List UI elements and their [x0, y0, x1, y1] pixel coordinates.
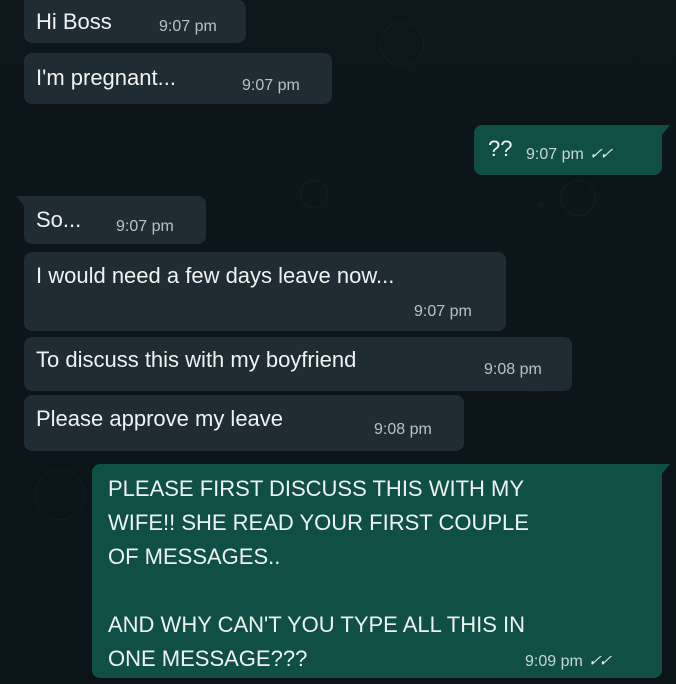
- outgoing-message-bubble[interactable]: ?? 9:07 pm ✓✓: [474, 125, 670, 175]
- double-check-icon: ✓✓: [587, 146, 614, 163]
- message-time: 9:07 pm: [159, 18, 217, 35]
- wallpaper-doodle: [300, 180, 328, 208]
- bubble-tail: [660, 125, 670, 137]
- outgoing-message-bubble[interactable]: PLEASE FIRST DISCUSS THIS WITH MY WIFE!!…: [92, 464, 670, 678]
- message-text: So...: [36, 207, 82, 232]
- message-text: I'm pregnant...: [36, 65, 176, 90]
- message-time: 9:07 pm: [414, 303, 472, 320]
- message-time: 9:08 pm: [484, 361, 542, 378]
- bubble-tail: [660, 464, 670, 476]
- message-time: 9:07 pm: [116, 218, 174, 235]
- incoming-message-bubble[interactable]: Please approve my leave 9:08 pm: [24, 395, 464, 451]
- bubble-tail: [16, 196, 26, 208]
- wallpaper-doodle: [560, 180, 596, 216]
- wallpaper-doodle: [380, 22, 424, 66]
- incoming-message-bubble[interactable]: To discuss this with my boyfriend 9:08 p…: [24, 337, 572, 391]
- message-time: 9:09 pm: [525, 653, 583, 670]
- incoming-message-bubble[interactable]: So... 9:07 pm: [16, 196, 206, 244]
- message-meta: 9:07 pm ✓✓: [526, 146, 614, 164]
- message-time: 9:07 pm: [242, 77, 300, 94]
- message-text: Hi Boss: [36, 9, 112, 34]
- message-time: 9:08 pm: [374, 421, 432, 438]
- message-time: 9:07 pm: [526, 146, 584, 163]
- message-text: To discuss this with my boyfriend: [36, 347, 357, 372]
- wallpaper-doodle: [35, 470, 85, 520]
- incoming-message-bubble[interactable]: Hi Boss 9:07 pm: [24, 0, 246, 43]
- message-text: ??: [488, 136, 513, 161]
- message-meta: 9:09 pm ✓✓: [525, 653, 613, 671]
- incoming-message-bubble[interactable]: I would need a few days leave now... 9:0…: [24, 252, 506, 331]
- incoming-message-bubble[interactable]: I'm pregnant... 9:07 pm: [24, 53, 332, 104]
- message-text: I would need a few days leave now...: [36, 263, 395, 288]
- message-text: PLEASE FIRST DISCUSS THIS WITH MY WIFE!!…: [108, 476, 529, 671]
- message-text: Please approve my leave: [36, 406, 284, 431]
- double-check-icon: ✓✓: [586, 653, 613, 670]
